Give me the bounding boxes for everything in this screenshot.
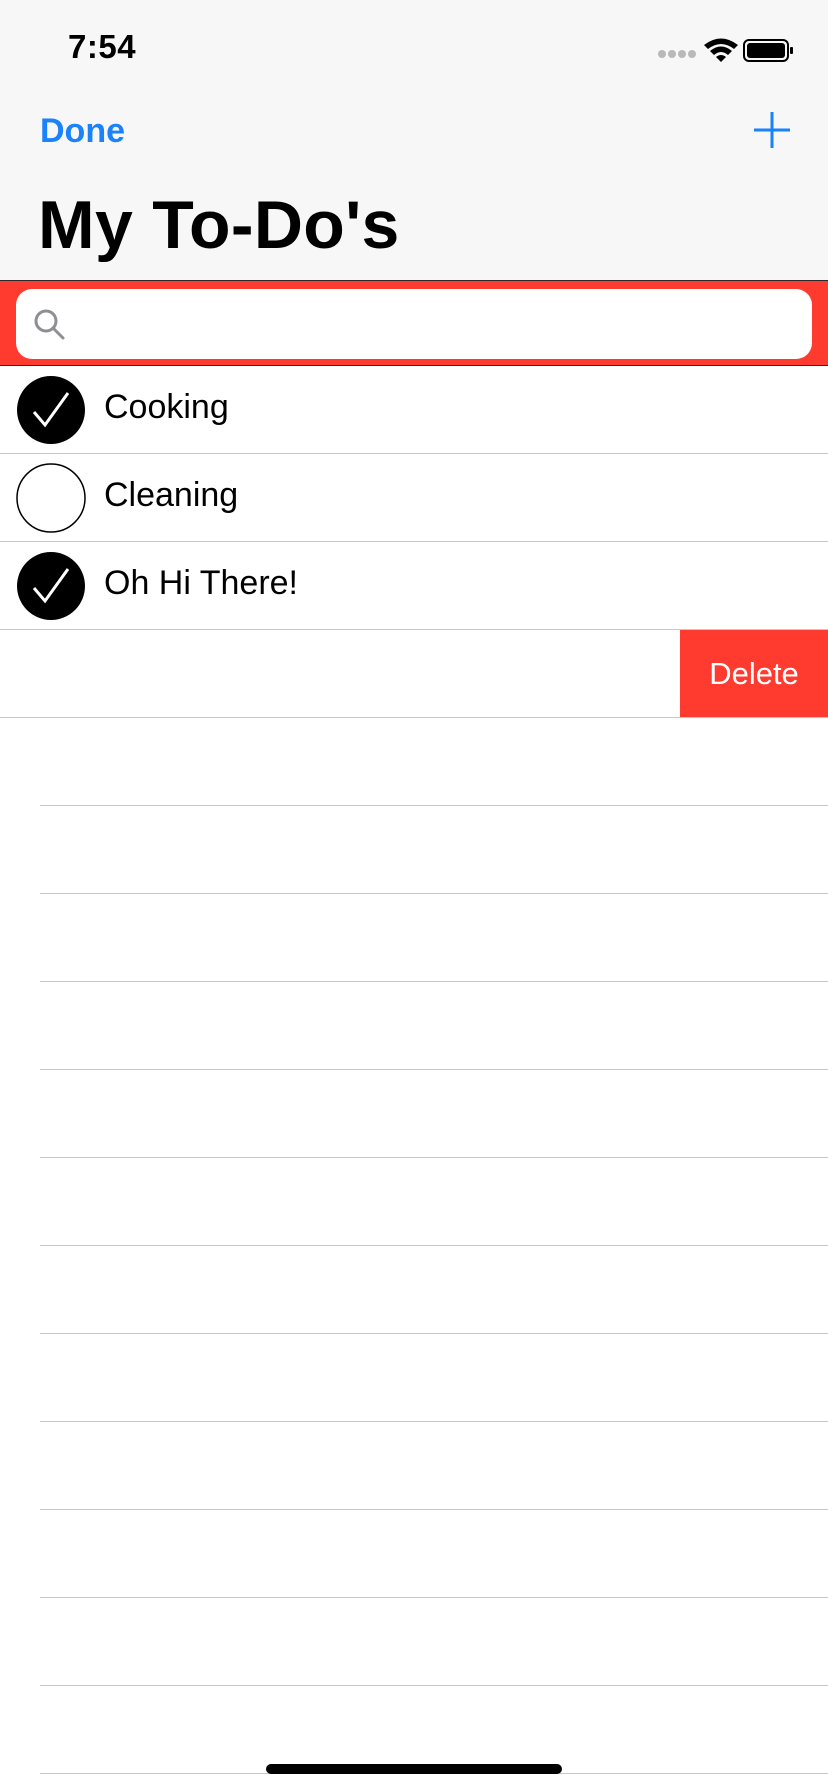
todo-label: Oh Hi There! — [104, 564, 299, 602]
empty-row — [40, 1686, 828, 1774]
empty-rows — [0, 718, 828, 1774]
checked-circle-icon[interactable] — [16, 551, 86, 621]
empty-row — [40, 1598, 828, 1686]
status-time: 7:54 — [68, 28, 137, 65]
plus-icon — [754, 112, 790, 148]
search-field[interactable] — [16, 289, 812, 361]
search-icon — [34, 309, 65, 340]
wifi-icon — [704, 38, 738, 62]
checked-circle-icon[interactable] — [16, 375, 86, 445]
status-icons — [654, 36, 794, 64]
todo-label: Cooking — [104, 388, 229, 426]
home-indicator[interactable] — [266, 1764, 562, 1774]
swiped-todo-row[interactable]: s Delete — [0, 630, 828, 718]
empty-row — [40, 1510, 828, 1598]
todo-row[interactable]: Cleaning — [0, 454, 828, 542]
delete-button[interactable]: Delete — [680, 630, 828, 717]
search-input[interactable] — [76, 289, 800, 361]
battery-icon — [743, 39, 793, 62]
done-button[interactable]: Done — [40, 112, 125, 151]
todo-list: Cooking Cleaning Oh Hi There! s Delete — [0, 366, 828, 718]
empty-row — [40, 1070, 828, 1158]
todo-label: Cleaning — [104, 476, 239, 514]
empty-row — [40, 1422, 828, 1510]
page-title: My To-Do's — [38, 187, 400, 263]
add-button[interactable] — [752, 110, 792, 150]
empty-row — [40, 1246, 828, 1334]
empty-row — [40, 1334, 828, 1422]
search-bar — [0, 280, 828, 366]
todo-row[interactable]: Cooking — [0, 366, 828, 454]
empty-row — [40, 894, 828, 982]
empty-row — [40, 1158, 828, 1246]
status-icons-svg — [658, 38, 793, 62]
todo-row[interactable]: Oh Hi There! — [0, 542, 828, 630]
signal-dots-icon — [658, 50, 696, 58]
empty-row — [40, 982, 828, 1070]
unchecked-circle-icon[interactable] — [16, 463, 86, 533]
empty-row — [40, 806, 828, 894]
empty-row — [40, 718, 828, 806]
todo-screen: 7:54 Done My To-Do's Cooking Cleaning Oh… — [0, 0, 828, 1792]
